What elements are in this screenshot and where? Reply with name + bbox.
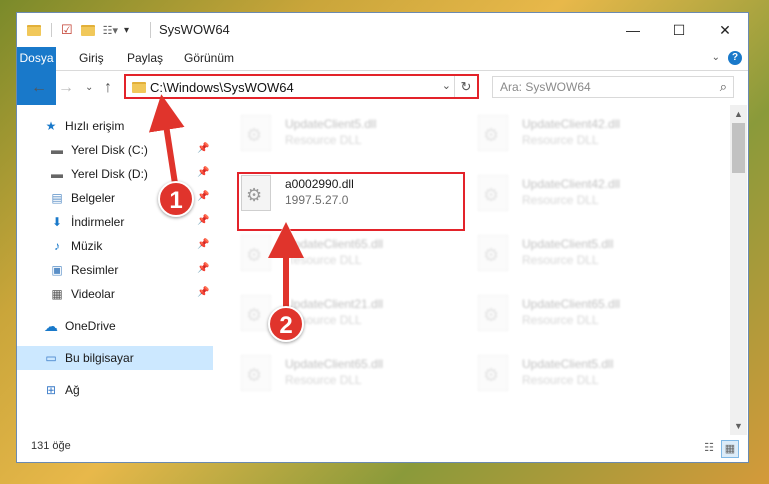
callout-arrows [148, 94, 304, 317]
callout-badge-1: 1 [158, 181, 194, 217]
callout-badge-2: 2 [268, 306, 304, 342]
